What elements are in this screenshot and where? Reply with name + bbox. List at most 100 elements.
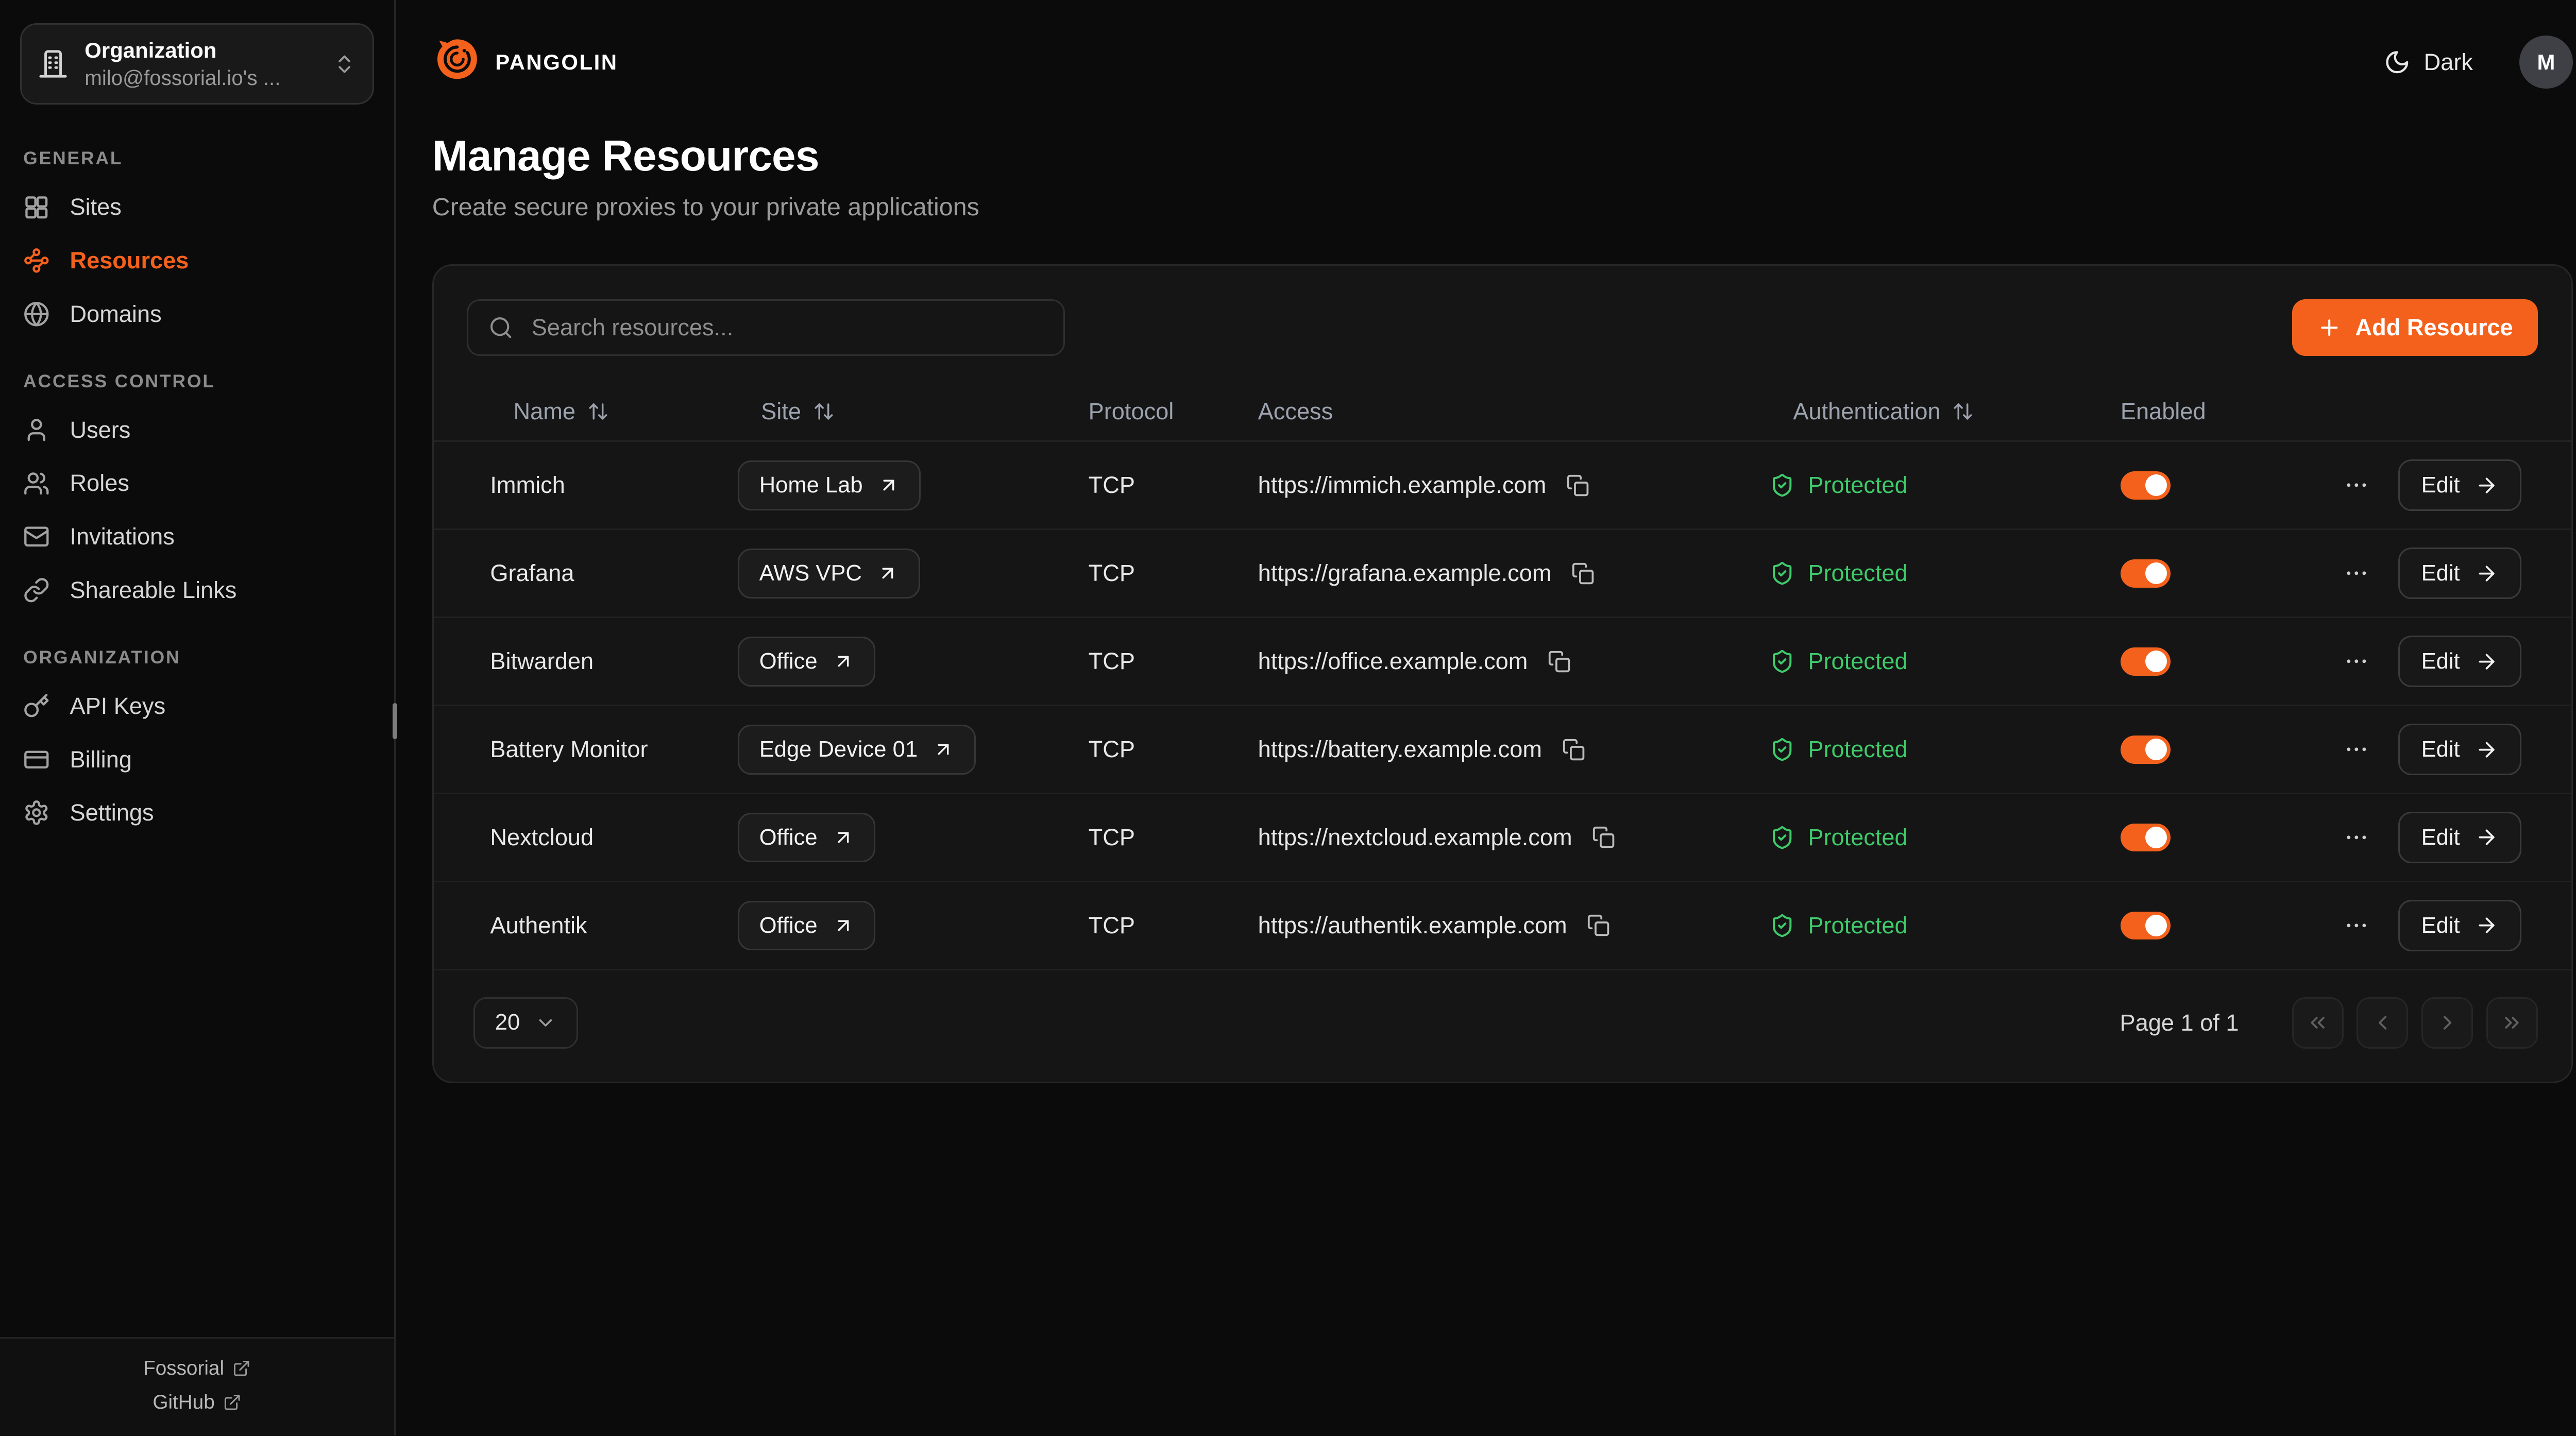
copy-url-button[interactable]	[1568, 558, 1598, 588]
access-cell: https://office.example.com	[1258, 646, 1770, 676]
search-icon	[488, 315, 513, 340]
column-header-site[interactable]: Site	[738, 398, 1089, 425]
main-content: PANGOLIN Dark M Manage Resources Create …	[396, 0, 2576, 1435]
sidebar-item-domains[interactable]: Domains	[23, 287, 370, 341]
arrow-right-icon	[2475, 738, 2498, 761]
edit-button[interactable]: Edit	[2398, 459, 2521, 511]
sidebar-item-label: Settings	[70, 799, 154, 826]
auth-status: Protected	[1808, 648, 1907, 675]
edit-button[interactable]: Edit	[2398, 636, 2521, 687]
enabled-toggle[interactable]	[2121, 736, 2171, 764]
enabled-toggle[interactable]	[2121, 912, 2171, 940]
shield-check-icon	[1770, 649, 1794, 674]
edit-label: Edit	[2421, 649, 2460, 674]
enabled-cell: Edit	[2121, 724, 2521, 775]
chevrons-up-down-icon	[333, 53, 356, 76]
sidebar-item-roles[interactable]: Roles	[23, 457, 370, 510]
enabled-toggle[interactable]	[2121, 647, 2171, 676]
sidebar-item-users[interactable]: Users	[23, 403, 370, 457]
resource-name: Bitwarden	[490, 648, 738, 675]
org-switcher[interactable]: Organization milo@fossorial.io's ...	[20, 23, 374, 105]
copy-url-button[interactable]	[1563, 470, 1593, 500]
site-name: Office	[759, 825, 818, 850]
site-link-button[interactable]: Office	[738, 637, 875, 687]
copy-url-button[interactable]	[1584, 911, 1614, 941]
column-label: Name	[514, 398, 575, 425]
table-row: Battery Monitor Edge Device 01 TCP https…	[434, 706, 2571, 794]
copy-url-button[interactable]	[1558, 734, 1588, 764]
access-url: https://immich.example.com	[1258, 472, 1547, 499]
site-link-button[interactable]: AWS VPC	[738, 549, 920, 599]
pagination-first-button[interactable]	[2292, 997, 2344, 1049]
row-menu-button[interactable]	[2336, 554, 2376, 593]
page-subtitle: Create secure proxies to your private ap…	[432, 193, 2569, 221]
copy-url-button[interactable]	[1545, 646, 1574, 676]
protocol: TCP	[1089, 824, 1258, 851]
search-input[interactable]	[528, 312, 1043, 342]
copy-url-button[interactable]	[1589, 823, 1619, 852]
site-cell: Office	[738, 901, 1089, 951]
column-label: Site	[761, 398, 801, 425]
row-actions: Edit	[2336, 636, 2521, 687]
add-resource-button[interactable]: Add Resource	[2292, 299, 2538, 356]
edit-button[interactable]: Edit	[2398, 812, 2521, 863]
pagination-prev-button[interactable]	[2357, 997, 2408, 1049]
column-header-authentication[interactable]: Authentication	[1770, 398, 2121, 425]
enabled-toggle[interactable]	[2121, 559, 2171, 588]
credit-card-icon	[23, 746, 50, 773]
table-body: Immich Home Lab TCP https://immich.examp…	[434, 442, 2571, 970]
link-icon	[23, 577, 50, 604]
enabled-toggle[interactable]	[2121, 824, 2171, 852]
app-window: Organization milo@fossorial.io's ... GEN…	[0, 0, 2576, 1435]
pangolin-logo	[432, 35, 481, 90]
copy-icon	[1587, 914, 1610, 937]
ellipsis-icon	[2343, 472, 2370, 499]
sidebar-item-invitations[interactable]: Invitations	[23, 510, 370, 563]
sidebar-item-label: Sites	[70, 194, 121, 220]
shield-check-icon	[1770, 913, 1794, 938]
footer-link-label: GitHub	[152, 1391, 214, 1414]
user-avatar[interactable]: M	[2519, 36, 2572, 89]
sidebar-resize-handle[interactable]	[393, 703, 398, 740]
site-link-button[interactable]: Office	[738, 901, 875, 951]
access-cell: https://immich.example.com	[1258, 470, 1770, 500]
sidebar-item-api-keys[interactable]: API Keys	[23, 679, 370, 733]
site-name: Office	[759, 649, 818, 674]
pagination-next-button[interactable]	[2421, 997, 2473, 1049]
edit-button[interactable]: Edit	[2398, 900, 2521, 951]
row-menu-button[interactable]	[2336, 641, 2376, 681]
theme-toggle-button[interactable]: Dark	[2374, 47, 2483, 77]
sidebar-item-shareable-links[interactable]: Shareable Links	[23, 563, 370, 617]
footer-link-fossorial[interactable]: Fossorial	[143, 1357, 251, 1380]
pagination-last-button[interactable]	[2486, 997, 2538, 1049]
column-header-name[interactable]: Name	[490, 398, 738, 425]
edit-label: Edit	[2421, 825, 2460, 850]
resource-name: Battery Monitor	[490, 736, 738, 763]
site-link-button[interactable]: Office	[738, 813, 875, 863]
footer-link-github[interactable]: GitHub	[152, 1391, 241, 1414]
row-menu-button[interactable]	[2336, 466, 2376, 505]
sidebar-item-resources[interactable]: Resources	[23, 234, 370, 287]
sidebar: Organization milo@fossorial.io's ... GEN…	[0, 0, 396, 1435]
site-cell: Office	[738, 637, 1089, 687]
card-toolbar: Add Resource	[434, 299, 2571, 382]
sidebar-item-settings[interactable]: Settings	[23, 786, 370, 840]
enabled-cell: Edit	[2121, 636, 2521, 687]
site-link-button[interactable]: Home Lab	[738, 460, 921, 510]
shield-check-icon	[1770, 825, 1794, 850]
rows-per-page-select[interactable]: 20	[473, 997, 578, 1049]
sidebar-footer: Fossorial GitHub	[0, 1337, 394, 1435]
row-menu-button[interactable]	[2336, 817, 2376, 857]
edit-button[interactable]: Edit	[2398, 548, 2521, 599]
edit-button[interactable]: Edit	[2398, 724, 2521, 775]
enabled-toggle[interactable]	[2121, 471, 2171, 500]
site-cell: Office	[738, 813, 1089, 863]
row-menu-button[interactable]	[2336, 729, 2376, 769]
arrow-up-right-icon	[833, 915, 854, 936]
site-link-button[interactable]: Edge Device 01	[738, 725, 976, 775]
row-menu-button[interactable]	[2336, 905, 2376, 945]
sidebar-item-billing[interactable]: Billing	[23, 733, 370, 787]
protocol: TCP	[1089, 560, 1258, 587]
chevron-down-icon	[535, 1012, 556, 1034]
sidebar-item-sites[interactable]: Sites	[23, 181, 370, 234]
